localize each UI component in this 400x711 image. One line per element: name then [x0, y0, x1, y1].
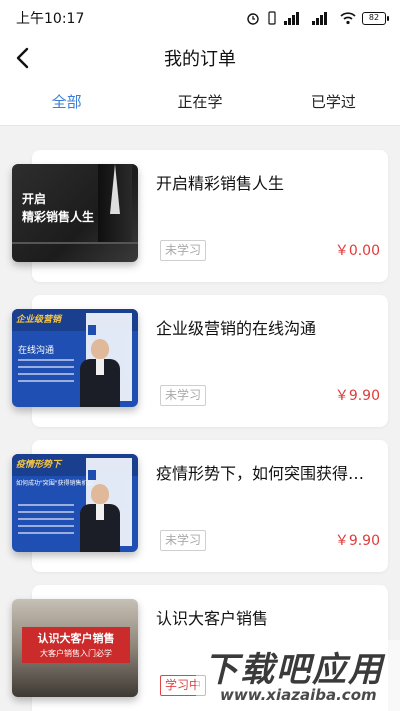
signal-icon: [284, 12, 299, 25]
watermark-url: www.xiazaiba.com: [220, 686, 377, 704]
course-thumbnail: 企业级营销 在线沟通: [12, 309, 138, 407]
thumb-text: 开启: [22, 192, 47, 206]
wifi-icon: [340, 12, 356, 25]
course-thumbnail: 开启 精彩销售人生: [12, 164, 138, 262]
thumb-text: 企业级营销: [16, 315, 62, 325]
thumb-text: 认识大客户销售: [37, 632, 115, 645]
page-title: 我的订单: [164, 49, 236, 70]
watermark-logo: 下载吧应用: [204, 650, 384, 690]
status-badge: 未学习: [160, 385, 207, 406]
speaker-photo: [78, 337, 122, 407]
order-list: 开启 精彩销售人生 开启精彩销售人生 未学习 ￥0.00 企业级营销 在线沟通 …: [0, 126, 400, 711]
order-tabs: 全部 正在学 已学过: [0, 80, 400, 126]
status-time: 上午10:17: [16, 11, 85, 27]
status-badge: 未学习: [160, 530, 207, 551]
course-title: 疫情形势下，如何突围获得销售业绩: [156, 464, 380, 483]
course-thumbnail: 认识大客户销售 大客户销售入门必学: [12, 599, 138, 697]
order-card[interactable]: 开启 精彩销售人生 开启精彩销售人生 未学习 ￥0.00: [12, 150, 388, 282]
poster-tag: [88, 470, 96, 480]
order-card[interactable]: 企业级营销 在线沟通 企业级营销的在线沟通 未学习 ￥9.90: [12, 295, 388, 427]
order-card[interactable]: 疫情形势下 如何成功"突围"获得销售机会 疫情形势下，如何突围获得销售业绩 未学…: [12, 440, 388, 572]
site-watermark: 下载吧应用 www.xiazaiba.com: [196, 640, 400, 711]
status-badge: 未学习: [160, 240, 207, 261]
app-header: 我的订单: [0, 36, 400, 80]
status-icons: 82: [246, 10, 389, 26]
poster-tag: [88, 325, 96, 335]
price: ￥0.00: [334, 243, 380, 259]
vibrate-icon: [268, 11, 276, 25]
course-title: 企业级营销的在线沟通: [156, 319, 317, 338]
thumb-lines: [18, 359, 74, 387]
battery-icon: 82: [362, 11, 389, 25]
desk-line: [12, 242, 138, 244]
price: ￥9.90: [334, 388, 380, 404]
suit-illustration: [98, 164, 132, 244]
thumb-banner: 认识大客户销售 大客户销售入门必学: [22, 627, 130, 663]
course-thumbnail: 疫情形势下 如何成功"突围"获得销售机会: [12, 454, 138, 552]
thumb-text: 精彩销售人生: [22, 210, 95, 224]
course-title: 开启精彩销售人生: [156, 174, 285, 193]
price: ￥9.90: [334, 533, 380, 549]
thumb-text: 疫情形势下: [16, 460, 62, 470]
thumb-lines: [18, 504, 74, 539]
thumb-text: 在线沟通: [18, 346, 55, 356]
tab-learned[interactable]: 已学过: [267, 80, 400, 125]
status-bar: 上午10:17 82: [0, 0, 400, 36]
tab-all[interactable]: 全部: [0, 80, 133, 125]
signal-icon-2: [312, 12, 327, 25]
alarm-icon: [247, 13, 259, 25]
course-title: 认识大客户销售: [156, 609, 269, 628]
thumb-text: 大客户销售入门必学: [40, 649, 112, 658]
speaker-photo: [78, 482, 122, 552]
tab-learning[interactable]: 正在学: [133, 80, 266, 125]
